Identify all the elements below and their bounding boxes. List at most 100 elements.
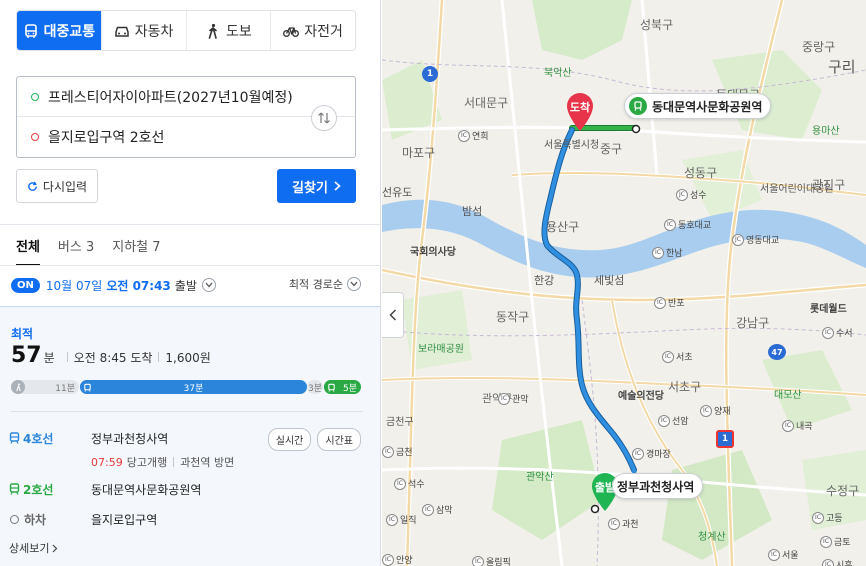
mode-walk-tab[interactable]: 도보 [185, 11, 271, 50]
walk-icon [208, 23, 217, 39]
step-line4: 4호선 정부과천청사역 실시간 시간표 [9, 428, 361, 451]
ic-name: 영동대교 [746, 236, 780, 246]
map-label: 롯데월드 [810, 304, 847, 315]
ic-name: 내곡 [796, 422, 813, 432]
ic-label: IC 수서 [822, 326, 853, 339]
car-icon [115, 26, 129, 37]
station-name: 을지로입구역 [91, 512, 158, 527]
reset-button[interactable]: 다시입력 [16, 169, 98, 203]
station-name: 동대문역사문화공원역 [91, 482, 202, 497]
departure-time[interactable]: 오전 07:43 [106, 277, 170, 294]
chevron-down-icon [350, 281, 358, 287]
ic-label: IC 경마장 [632, 447, 671, 460]
walk-segment-label: 11분 [55, 383, 75, 394]
time-dropdown-button[interactable] [201, 278, 216, 292]
tab-subway[interactable]: 지하철 7 [112, 236, 160, 266]
search-label: 길찾기 [292, 180, 328, 196]
sort-label: 최적 경로순 [288, 278, 343, 291]
map-label: 청계산 [698, 532, 726, 543]
station-tag-gwacheon[interactable]: 정부과천청사역 [612, 473, 704, 499]
on-badge[interactable]: ON [11, 277, 40, 293]
search-route-button[interactable]: 길찾기 [277, 169, 356, 203]
subway-icon [9, 432, 20, 444]
station-chips: 실시간 시간표 [267, 428, 361, 451]
subway2-segment-label: 5분 [342, 383, 357, 394]
ic-name: 성수 [690, 191, 707, 201]
map-label: 동작구 [496, 310, 530, 324]
end-field[interactable]: 을지로입구역 2호선 [17, 117, 307, 157]
ic-name: 고등 [826, 514, 843, 524]
ic-label: IC 반포 [654, 296, 685, 309]
detail-link[interactable]: 상세보기 [9, 540, 58, 556]
ic-name: 연희 [472, 132, 489, 142]
map-label: 선유도 [382, 186, 413, 199]
sort-chevron [347, 277, 361, 291]
route-result-card[interactable]: 최적 57 분 오전 8:45 도착 1,600원 11분 37분 3분 5분 [0, 306, 380, 566]
timetable-chip[interactable]: 시간표 [317, 428, 361, 451]
chevron-left-icon [388, 309, 396, 321]
arrival-pin[interactable]: 도착 [565, 92, 595, 132]
map-label: 용마산 [812, 126, 840, 137]
arrival-time: 오전 8:45 도착 [73, 351, 153, 365]
route-summary: 57 분 오전 8:45 도착 1,600원 [11, 343, 211, 368]
step-line2: 2호선 동대문역사문화공원역 [9, 479, 361, 499]
transfer-segment-label: 3분 [307, 383, 322, 394]
alight-dot-icon [10, 514, 19, 524]
tab-bus[interactable]: 버스 3 [58, 236, 94, 266]
map-view[interactable]: 성북구 중랑구 구리 북악산 서대문구 동대문구 용마산 마포구 중구 서울특별… [382, 0, 866, 566]
best-label: 최적 [11, 327, 34, 341]
mode-transit-tab[interactable]: 대중교통 [17, 11, 101, 50]
start-dot-icon [31, 92, 39, 101]
route-input-box: 프레스티어자이아파트(2027년10월예정) 을지로입구역 2호선 [16, 76, 356, 158]
route-panel: 대중교통 자동차 도보 자전거 프레스티어자이아파트(2027년10월예정) 을… [0, 0, 381, 566]
end-dot-icon [31, 133, 39, 141]
fare: 1,600원 [165, 351, 211, 365]
ic-label: IC 동호대교 [664, 218, 711, 231]
ic-label: IC 시흥 [822, 558, 853, 566]
map-label: 용산구 [546, 220, 580, 234]
ic-name: 동호대교 [678, 221, 712, 231]
ic-label: IC 선암 [658, 414, 689, 427]
departure-date[interactable]: 10월 07일 [46, 277, 102, 294]
end-text: 을지로입구역 2호선 [48, 130, 165, 146]
duration-minutes: 57 [11, 343, 42, 368]
map-label: 구리 [828, 58, 856, 76]
map-label: 금천구 [386, 417, 414, 428]
ic-name: 양재 [714, 407, 731, 417]
ic-name: 수서 [836, 329, 853, 339]
map-label: 국회의사당 [410, 247, 456, 258]
ic-label: IC 서초 [662, 350, 693, 363]
section-divider [0, 224, 380, 225]
tab-all[interactable]: 전체 [16, 236, 40, 266]
realtime-chip[interactable]: 실시간 [267, 428, 312, 451]
start-field[interactable]: 프레스티어자이아파트(2027년10월예정) [17, 77, 355, 117]
ic-name: 석수 [408, 480, 425, 490]
ic-label: IC 관악 [498, 392, 529, 405]
map-label: 예술의전당 [618, 391, 664, 402]
map-label: 광진구 [812, 178, 846, 192]
map-label: 성북구 [640, 18, 674, 32]
sort-dropdown[interactable]: 최적 경로순 [289, 276, 361, 292]
realtime-dest: 당고개행 [126, 456, 168, 469]
walk-transfer-segment: 3분 [307, 380, 323, 394]
realtime-time: 07:59 [91, 455, 123, 469]
collapse-panel-button[interactable] [382, 292, 404, 338]
station-tag-label: 정부과천청사역 [617, 479, 695, 494]
station-tag-dongdaemun[interactable]: 동대문역사문화공원역 [624, 93, 772, 119]
detail-label: 상세보기 [9, 542, 50, 555]
mode-car-tab[interactable]: 자동차 [100, 11, 186, 50]
highway-shield-icon: 1 [716, 430, 734, 448]
mode-bicycle-tab[interactable]: 자전거 [270, 11, 355, 50]
departure-time-bar: ON 10월 07일 오전 07:43 출발 최적 경로순 [11, 276, 361, 294]
ic-label: IC 삼막 [422, 503, 453, 516]
ic-name: 안양 [396, 556, 413, 566]
ic-name: 금토 [834, 538, 851, 548]
map-label: 세빛섬 [594, 274, 625, 287]
duration-unit: 분 [43, 351, 55, 365]
line-label: 2호선 [23, 482, 54, 497]
reset-label: 다시입력 [42, 179, 88, 194]
ic-name: 금천 [396, 448, 413, 458]
result-divider [11, 411, 363, 412]
ic-name: 경마장 [646, 450, 671, 460]
swap-button[interactable] [311, 105, 337, 131]
